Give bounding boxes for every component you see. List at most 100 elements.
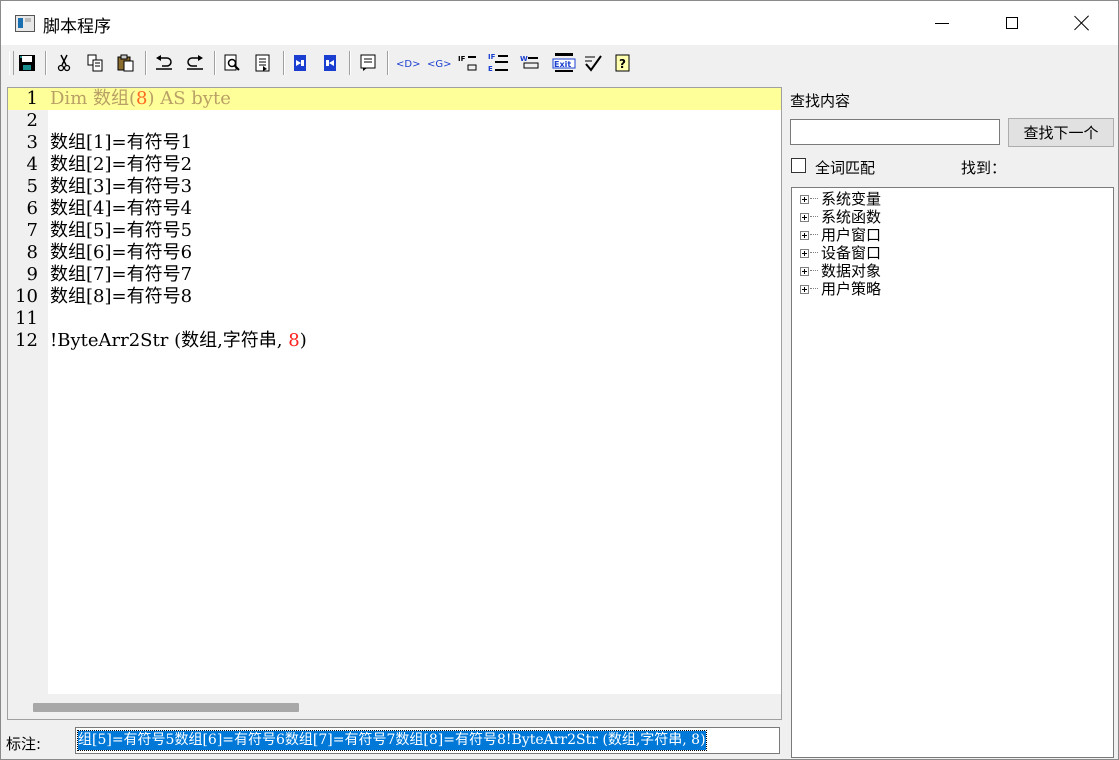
copy-button[interactable] xyxy=(84,52,106,74)
close-button[interactable] xyxy=(1059,1,1105,45)
line-code: 数组[3]=有符号3 xyxy=(50,176,192,198)
line-number: 4 xyxy=(26,154,38,175)
code-line[interactable]: 2 xyxy=(8,110,781,132)
check-icon xyxy=(585,55,602,72)
save-icon xyxy=(19,55,35,71)
cut-icon xyxy=(57,54,71,72)
script-editor[interactable]: 1 Dim 数组(8) AS byte 2 3 数组[1]=有符号1 4 数组[2]=有符号… xyxy=(7,87,782,720)
replace-button[interactable] xyxy=(252,52,274,74)
code-token: 8 xyxy=(136,88,148,109)
line-number: 10 xyxy=(15,286,38,307)
toolbar: <D> <G> IF IF E W Exit ? xyxy=(5,46,1115,80)
code-token: 数组[4]=有符号4 xyxy=(50,198,193,219)
minimize-icon xyxy=(935,22,949,24)
expand-plus-icon[interactable] xyxy=(800,230,809,240)
whole-word-checkbox[interactable] xyxy=(791,158,806,173)
code-token: 数组[2]=有符号2 xyxy=(50,154,193,175)
code-line[interactable]: 8 数组[6]=有符号6 xyxy=(8,242,781,264)
note-field[interactable]: 组[5]=有符号5数组[6]=有符号6数组[7]=有符号7数组[8]=有符号8!… xyxy=(75,727,780,754)
insert-g-button[interactable]: <G> xyxy=(426,52,452,74)
script-window: 脚本程序 <D> <G> IF IF E W Exit ? 1 Dim 数组(8… xyxy=(0,0,1119,760)
tree-connector xyxy=(810,216,818,217)
copy-icon xyxy=(87,54,103,72)
code-line[interactable]: 7 数组[5]=有符号5 xyxy=(8,220,781,242)
whole-word-label: 全词匹配 xyxy=(815,159,876,177)
tree-item[interactable]: 系统函数 xyxy=(800,208,881,226)
horizontal-scrollbar[interactable] xyxy=(8,694,781,719)
line-number: 5 xyxy=(26,176,38,197)
find-input[interactable] xyxy=(790,119,1000,145)
code-line[interactable]: 3 数组[1]=有符号1 xyxy=(8,132,781,154)
while-button[interactable]: W xyxy=(519,52,541,74)
toolbar-grip[interactable] xyxy=(9,51,14,75)
line-number: 8 xyxy=(26,242,38,263)
if-then-button[interactable]: IF xyxy=(457,52,479,74)
toolbar-separator xyxy=(349,51,351,75)
comment-button[interactable] xyxy=(357,52,379,74)
tree-connector xyxy=(810,270,818,271)
help-button[interactable]: ? xyxy=(612,52,634,74)
code-token: ) xyxy=(299,330,307,351)
maximize-icon xyxy=(1006,17,1018,29)
outdent-button[interactable] xyxy=(319,52,341,74)
tree-item[interactable]: 数据对象 xyxy=(800,262,881,280)
tree-item-label: 系统函数 xyxy=(821,208,882,226)
exit-button[interactable]: Exit xyxy=(551,52,577,74)
code-line[interactable]: 9 数组[7]=有符号7 xyxy=(8,264,781,286)
line-code: Dim 数组(8) AS byte xyxy=(50,88,231,110)
insert-d-icon: <D> xyxy=(396,59,420,70)
tree-connector xyxy=(810,198,818,199)
undo-icon xyxy=(156,55,172,70)
code-line[interactable]: 5 数组[3]=有符号3 xyxy=(8,176,781,198)
expand-plus-icon[interactable] xyxy=(800,212,809,222)
object-tree[interactable]: 系统变量 系统函数 用户窗口 设备窗口 数据对象 用户策略 xyxy=(791,187,1114,758)
tree-item[interactable]: 设备窗口 xyxy=(800,244,881,262)
while-icon: W xyxy=(520,55,539,69)
save-button[interactable] xyxy=(16,52,38,74)
redo-button[interactable] xyxy=(184,52,206,74)
expand-plus-icon[interactable] xyxy=(800,266,809,276)
svg-text:IF: IF xyxy=(458,55,466,63)
check-button[interactable] xyxy=(582,52,604,74)
if-then-icon: IF xyxy=(458,55,477,71)
find-next-button[interactable]: 查找下一个 xyxy=(1008,118,1114,147)
insert-d-button[interactable]: <D> xyxy=(395,52,421,74)
title-bar: 脚本程序 xyxy=(1,1,1118,45)
svg-text:W: W xyxy=(520,55,528,63)
tree-item[interactable]: 系统变量 xyxy=(800,190,881,208)
code-line[interactable]: 10 数组[8]=有符号8 xyxy=(8,286,781,308)
tree-item[interactable]: 用户策略 xyxy=(800,280,881,298)
redo-icon xyxy=(187,55,203,70)
expand-plus-icon[interactable] xyxy=(800,284,809,294)
expand-plus-icon[interactable] xyxy=(800,194,809,204)
line-number: 3 xyxy=(26,132,38,153)
expand-plus-icon[interactable] xyxy=(800,248,809,258)
undo-button[interactable] xyxy=(153,52,175,74)
maximize-button[interactable] xyxy=(989,1,1035,45)
paste-button[interactable] xyxy=(115,52,137,74)
code-line[interactable]: 1 Dim 数组(8) AS byte xyxy=(8,88,781,110)
scrollbar-thumb[interactable] xyxy=(33,703,299,712)
line-code: 数组[1]=有符号1 xyxy=(50,132,192,154)
cut-button[interactable] xyxy=(53,52,75,74)
minimize-button[interactable] xyxy=(919,1,965,45)
replace-icon xyxy=(255,54,270,72)
code-line[interactable]: 11 xyxy=(8,308,781,330)
line-code: 数组[4]=有符号4 xyxy=(50,198,192,220)
line-code: 数组[7]=有符号7 xyxy=(50,264,192,286)
if-else-button[interactable]: IF E xyxy=(488,52,510,74)
code-line[interactable]: 6 数组[4]=有符号4 xyxy=(8,198,781,220)
toolbar-separator xyxy=(145,51,147,75)
line-number: 9 xyxy=(26,264,38,285)
code-token: 8 xyxy=(288,330,300,351)
indent-button[interactable] xyxy=(289,52,311,74)
find-button[interactable] xyxy=(221,52,243,74)
code-line[interactable]: 12 !ByteArr2Str (数组,字符串, 8) xyxy=(8,330,781,352)
tree-item-label: 系统变量 xyxy=(821,190,882,208)
line-number: 1 xyxy=(26,88,38,109)
line-code: 数组[2]=有符号2 xyxy=(50,154,192,176)
line-code: 数组[5]=有符号5 xyxy=(50,220,192,242)
code-token: !ByteArr2Str (数组,字符串, xyxy=(50,330,289,351)
tree-item[interactable]: 用户窗口 xyxy=(800,226,881,244)
code-line[interactable]: 4 数组[2]=有符号2 xyxy=(8,154,781,176)
